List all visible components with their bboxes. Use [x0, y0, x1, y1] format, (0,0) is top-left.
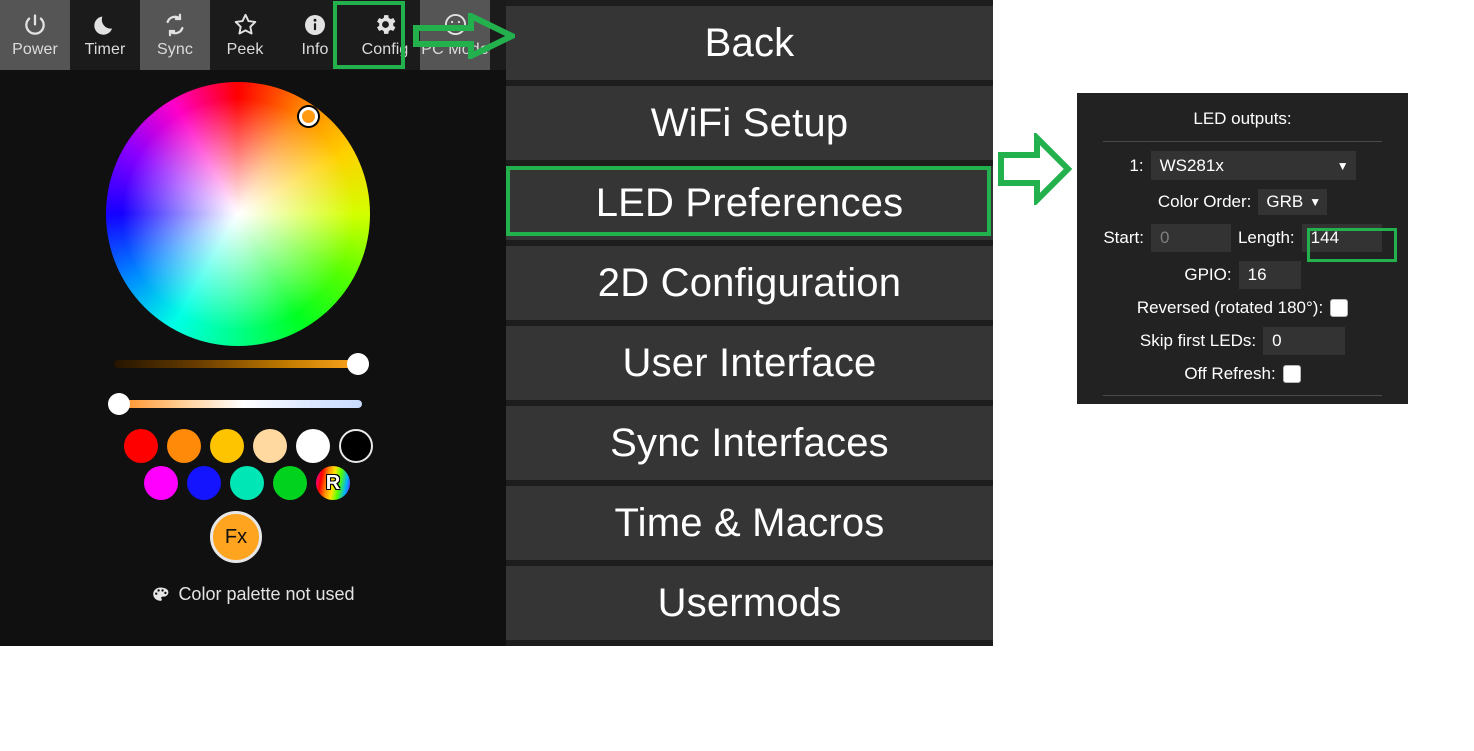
start-input[interactable]: 0: [1150, 224, 1231, 252]
menu-item-user-interface[interactable]: User Interface: [506, 326, 993, 400]
fx-button-label: Fx: [224, 525, 248, 548]
start-length-row: Start: 0 Length: 144: [1077, 224, 1408, 252]
color-wheel-gradient[interactable]: [106, 82, 370, 346]
start-label: Start:: [1103, 228, 1144, 247]
brightness-slider[interactable]: [114, 353, 369, 375]
gpio-label: GPIO:: [1184, 265, 1232, 284]
toolbar-button-info[interactable]: Info: [280, 0, 350, 70]
gpio-input[interactable]: 16: [1238, 261, 1301, 289]
toolbar-button-config[interactable]: Config: [350, 0, 420, 70]
toolbar-button-sync[interactable]: Sync: [140, 0, 210, 70]
quick-color-swatches-row-2: R: [144, 466, 350, 500]
color-temperature-slider[interactable]: [108, 393, 362, 415]
swatch-orange[interactable]: [167, 429, 201, 463]
swatch-random[interactable]: R: [316, 466, 350, 500]
info-icon: [303, 10, 327, 40]
toolbar-button-power[interactable]: Power: [0, 0, 70, 70]
swatch-blue[interactable]: [187, 466, 221, 500]
wled-main-panel: Power Timer Sync Peek Info Config PC Mod…: [0, 0, 506, 646]
brightness-slider-track[interactable]: [114, 360, 362, 368]
swatch-white[interactable]: [296, 429, 330, 463]
app-root: Power Timer Sync Peek Info Config PC Mod…: [0, 0, 1474, 751]
swatch-red[interactable]: [124, 429, 158, 463]
toolbar-button-pc-mode[interactable]: PC Mode: [420, 0, 490, 70]
toolbar-label-pc-mode: PC Mode: [421, 40, 489, 58]
length-label: Length:: [1237, 228, 1295, 247]
color-order-label: Color Order:: [1157, 192, 1252, 211]
palette-icon: [151, 585, 170, 604]
menu-item-wifi-setup[interactable]: WiFi Setup: [506, 86, 993, 160]
menu-item-2d-configuration[interactable]: 2D Configuration: [506, 246, 993, 320]
toolbar-button-timer[interactable]: Timer: [70, 0, 140, 70]
led-type-select[interactable]: WS281x ▼: [1150, 151, 1356, 180]
gear-icon: [373, 10, 398, 40]
reversed-label: Reversed (rotated 180°):: [1136, 298, 1324, 317]
config-menu-panel: Back WiFi Setup LED Preferences 2D Confi…: [506, 0, 993, 646]
color-order-value: GRB: [1266, 192, 1304, 211]
toolbar-label-config: Config: [361, 40, 409, 58]
skip-first-leds-label: Skip first LEDs:: [1139, 331, 1257, 350]
led-panel-divider-bottom: [1103, 395, 1382, 396]
palette-status: Color palette not used: [0, 584, 506, 605]
color-temperature-slider-knob[interactable]: [108, 393, 130, 415]
color-order-select[interactable]: GRB ▼: [1258, 189, 1328, 215]
toolbar-label-sync: Sync: [157, 40, 193, 58]
quick-color-swatches-row-1: [124, 429, 373, 463]
toolbar-label-info: Info: [301, 40, 329, 58]
color-wheel[interactable]: [106, 82, 370, 346]
menu-item-led-preferences[interactable]: LED Preferences: [506, 166, 993, 240]
skip-first-leds-row: Skip first LEDs: 0: [1077, 327, 1408, 355]
reversed-checkbox[interactable]: [1330, 299, 1349, 317]
brightness-slider-knob[interactable]: [347, 353, 369, 375]
toolbar-label-timer: Timer: [84, 40, 126, 58]
moon-icon: [92, 10, 118, 40]
swatch-amber[interactable]: [210, 429, 244, 463]
off-refresh-checkbox[interactable]: [1282, 365, 1301, 383]
led-output-index: 1:: [1129, 155, 1144, 175]
sync-icon: [162, 10, 188, 40]
led-outputs-title: LED outputs:: [1193, 109, 1292, 128]
led-outputs-panel: LED outputs: 1: WS281x ▼ Color Order: GR…: [1077, 93, 1408, 404]
led-type-value: WS281x: [1159, 155, 1224, 175]
toolbar-label-power: Power: [12, 40, 58, 58]
led-panel-divider-top: [1103, 141, 1382, 142]
fx-button[interactable]: Fx: [210, 511, 262, 563]
toolbar-label-peek: Peek: [226, 40, 264, 58]
swatch-peach[interactable]: [253, 429, 287, 463]
menu-item-back[interactable]: Back: [506, 6, 993, 80]
menu-item-usermods[interactable]: Usermods: [506, 566, 993, 640]
power-icon: [22, 10, 48, 40]
menu-item-time-macros[interactable]: Time & Macros: [506, 486, 993, 560]
led-type-row: 1: WS281x ▼: [1077, 151, 1408, 180]
menu-item-sync-interfaces[interactable]: Sync Interfaces: [506, 406, 993, 480]
color-order-row: Color Order: GRB ▼: [1077, 189, 1408, 215]
top-toolbar: Power Timer Sync Peek Info Config PC Mod…: [0, 0, 506, 70]
chevron-down-icon: ▼: [1336, 158, 1349, 173]
swatch-random-label: R: [325, 472, 341, 494]
reversed-row: Reversed (rotated 180°):: [1077, 298, 1408, 318]
swatch-teal[interactable]: [230, 466, 264, 500]
gpio-row: GPIO: 16: [1077, 261, 1408, 289]
star-icon: [232, 10, 259, 40]
swatch-green[interactable]: [273, 466, 307, 500]
arrow-to-led-panel: [997, 130, 1073, 210]
skip-first-leds-input[interactable]: 0: [1263, 327, 1346, 355]
swatch-black[interactable]: [339, 429, 373, 463]
color-temperature-slider-track[interactable]: [114, 400, 362, 408]
chevron-down-icon: ▼: [1309, 195, 1322, 209]
length-input[interactable]: 144: [1301, 224, 1382, 252]
palette-status-text: Color palette not used: [178, 584, 355, 604]
smiley-icon: [443, 10, 468, 40]
swatch-magenta[interactable]: [144, 466, 178, 500]
color-wheel-marker[interactable]: [299, 107, 318, 126]
off-refresh-row: Off Refresh:: [1077, 364, 1408, 384]
off-refresh-label: Off Refresh:: [1184, 364, 1276, 383]
toolbar-button-peek[interactable]: Peek: [210, 0, 280, 70]
